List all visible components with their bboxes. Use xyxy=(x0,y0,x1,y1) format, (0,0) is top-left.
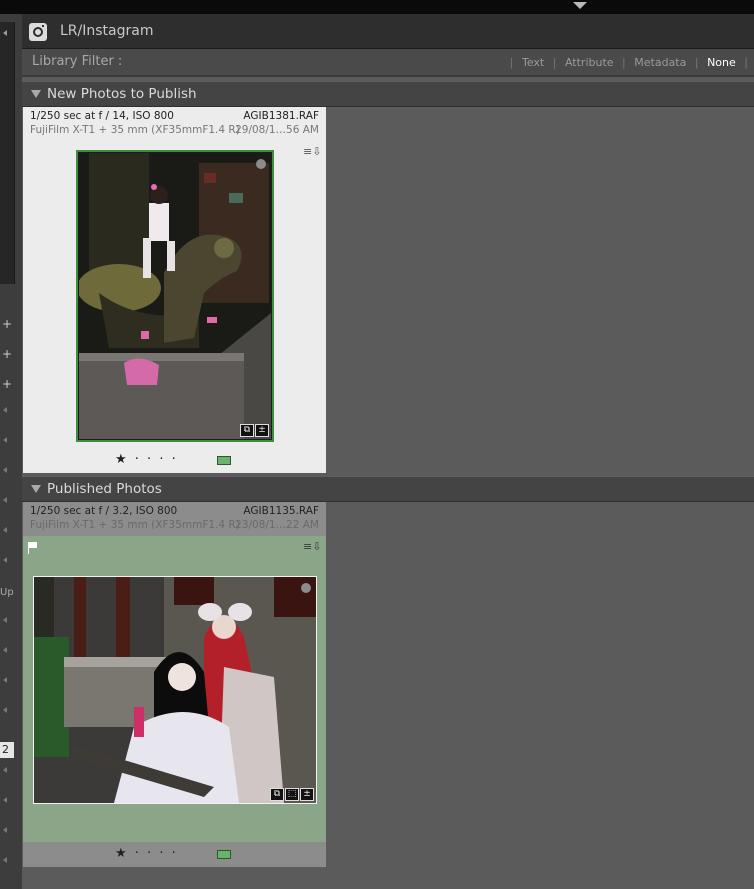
disclosure-triangle-icon[interactable] xyxy=(31,485,41,493)
develop-adjustments-badge-icon[interactable]: ± xyxy=(300,788,314,801)
pick-flag-icon[interactable] xyxy=(28,542,37,554)
chevron-left-icon[interactable] xyxy=(3,677,7,683)
exposure-info: 1/250 sec at f / 14, ISO 800 xyxy=(30,110,174,122)
chevron-left-icon[interactable] xyxy=(3,497,7,503)
disclosure-triangle-icon[interactable] xyxy=(31,90,41,98)
chevron-left-icon[interactable] xyxy=(3,467,7,473)
section-title: New Photos to Publish xyxy=(47,86,197,102)
cell-footer: ★ · · · · xyxy=(23,842,326,867)
thumbnail-badges: ⧉ ⬚ ± xyxy=(269,788,314,801)
grid-cell[interactable]: 1/250 sec at f / 3.2, ISO 800 FujiFilm X… xyxy=(23,502,326,867)
filter-attribute-tab[interactable]: Attribute xyxy=(565,56,614,69)
thumbnail-badges: ⧉ ± xyxy=(239,424,269,437)
instagram-icon xyxy=(29,23,47,41)
publish-status-dot-icon xyxy=(301,583,311,593)
chevron-left-icon[interactable] xyxy=(3,617,7,623)
chevron-left-icon[interactable] xyxy=(3,707,7,713)
chevron-left-icon[interactable] xyxy=(3,527,7,533)
crop-badge-icon[interactable]: ⬚ xyxy=(285,788,299,801)
develop-adjustments-badge-icon[interactable]: ± xyxy=(255,424,269,437)
chevron-left-icon[interactable] xyxy=(3,797,7,803)
cell-metadata: 1/250 sec at f / 14, ISO 800 FujiFilm X-… xyxy=(23,107,326,141)
capture-date: 29/08/1…56 AM xyxy=(235,124,319,136)
camera-info: FujiFilm X-T1 + 35 mm (XF35mmF1.4 R) xyxy=(30,519,240,531)
add-collection-icon[interactable]: + xyxy=(0,317,14,331)
publish-service-header: LR/Instagram xyxy=(22,14,754,49)
scroll-arrow-icon[interactable] xyxy=(3,30,7,36)
show-top-panel-icon[interactable] xyxy=(573,2,587,9)
collection-badge-icon[interactable]: ⧉ xyxy=(240,424,254,437)
exposure-info: 1/250 sec at f / 3.2, ISO 800 xyxy=(30,505,178,517)
filter-none-tab[interactable]: None xyxy=(707,56,736,69)
capture-date: 23/08/1…22 AM xyxy=(235,519,319,531)
section-title: Published Photos xyxy=(47,481,162,497)
section-header-new-photos[interactable]: New Photos to Publish xyxy=(22,81,754,107)
add-collection-icon[interactable]: + xyxy=(0,377,14,391)
chevron-left-icon[interactable] xyxy=(3,647,7,653)
quick-develop-menu-icon[interactable]: ≡⇩ xyxy=(303,541,321,553)
chevron-left-icon[interactable] xyxy=(3,557,7,563)
library-filter-bar: Library Filter : | Text | Attribute | Me… xyxy=(22,49,754,77)
section-header-published-photos[interactable]: Published Photos xyxy=(22,476,754,502)
filename: AGIB1381.RAF xyxy=(243,110,319,122)
chevron-left-icon[interactable] xyxy=(3,767,7,773)
star-rating[interactable]: ★ · · · · xyxy=(115,846,178,861)
star-rating[interactable]: ★ · · · · xyxy=(115,452,178,467)
cell-metadata: 1/250 sec at f / 3.2, ISO 800 FujiFilm X… xyxy=(23,502,326,536)
library-filter-label: Library Filter : xyxy=(32,54,123,69)
publish-status-dot-icon xyxy=(256,159,266,169)
photo-thumbnail[interactable]: ⧉ ⬚ ± xyxy=(33,576,317,804)
collection-badge-icon[interactable]: ⧉ xyxy=(270,788,284,801)
chevron-left-icon[interactable] xyxy=(3,437,7,443)
color-label-swatch[interactable] xyxy=(217,456,231,465)
selected-cell-highlight: ≡⇩ ⧉ ⬚ ± xyxy=(23,536,326,842)
filter-metadata-tab[interactable]: Metadata xyxy=(634,56,686,69)
chevron-left-icon[interactable] xyxy=(3,857,7,863)
photo-thumbnail[interactable]: ⧉ ± xyxy=(76,150,274,442)
filename: AGIB1135.RAF xyxy=(243,505,319,517)
top-panel-bar xyxy=(0,0,754,14)
quick-develop-menu-icon[interactable]: ≡⇩ xyxy=(303,146,321,158)
color-label-swatch[interactable] xyxy=(217,850,231,859)
left-panel-navigator xyxy=(0,22,15,284)
grid-cell[interactable]: 1/250 sec at f / 14, ISO 800 FujiFilm X-… xyxy=(23,107,326,473)
filter-options: | Text | Attribute | Metadata | None | xyxy=(509,56,748,69)
left-panel-strip: + + + Up 2 xyxy=(0,14,22,889)
number-field[interactable]: 2 xyxy=(0,742,14,758)
publish-service-title: LR/Instagram xyxy=(60,23,154,39)
chevron-left-icon[interactable] xyxy=(3,407,7,413)
add-collection-icon[interactable]: + xyxy=(0,347,14,361)
chevron-left-icon[interactable] xyxy=(3,827,7,833)
left-panel-truncated-label: Up xyxy=(0,587,14,598)
filter-text-tab[interactable]: Text xyxy=(522,56,544,69)
camera-info: FujiFilm X-T1 + 35 mm (XF35mmF1.4 R) xyxy=(30,124,240,136)
